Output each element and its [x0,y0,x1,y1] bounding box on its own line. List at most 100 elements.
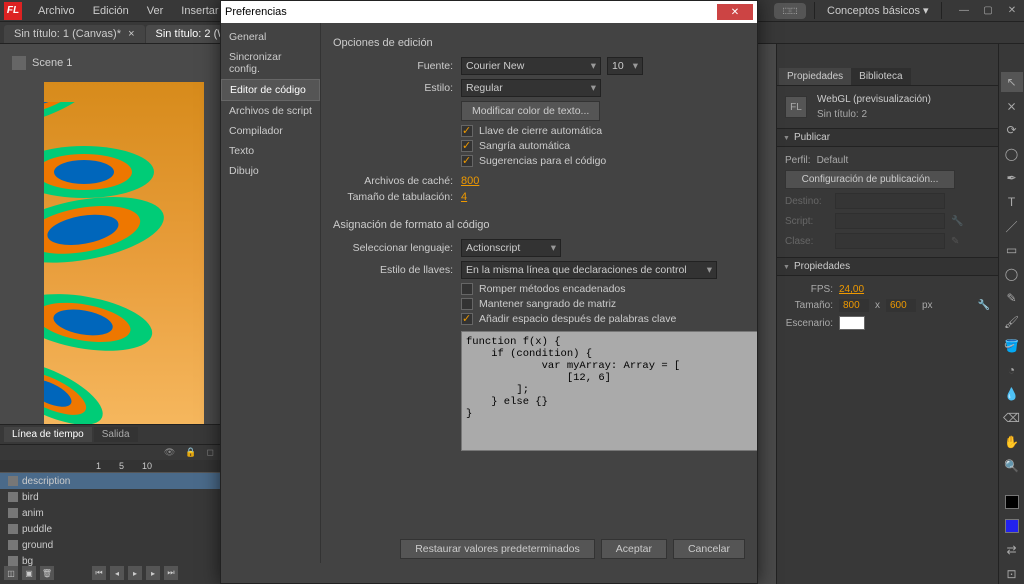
cat-compiler[interactable]: Compilador [221,121,320,141]
cancel-button[interactable]: Cancelar [673,539,745,559]
stage-color-swatch[interactable] [839,316,865,330]
menu-insert[interactable]: Insertar [173,3,226,19]
tabsize-input[interactable]: 4 [461,191,467,203]
brush-tool-icon[interactable]: 🖌 [1001,312,1023,332]
scene-label[interactable]: Scene 1 [32,57,72,69]
stage[interactable] [44,82,204,432]
eyedropper-tool-icon[interactable]: 💧 [1001,384,1023,404]
cat-drawing[interactable]: Dibujo [221,161,320,181]
language-combo[interactable]: Actionscript [461,239,561,257]
eye-icon[interactable]: 👁 [164,447,175,458]
lasso-tool-icon[interactable]: ◯ [1001,144,1023,164]
delete-layer-icon[interactable]: 🗑 [40,566,54,580]
snap-icon[interactable]: ⊡ [1001,564,1023,584]
zoom-tool-icon[interactable]: 🔍 [1001,456,1023,476]
properties-sidebar: Propiedades Biblioteca FL WebGL (previsu… [776,44,998,584]
oval-tool-icon[interactable]: ◯ [1001,264,1023,284]
tab-output[interactable]: Salida [94,427,138,442]
menu-edit[interactable]: Edición [85,3,137,19]
script-combo [835,213,945,229]
tab-library[interactable]: Biblioteca [851,68,910,85]
ok-button[interactable]: Aceptar [601,539,667,559]
rewind-icon[interactable]: ⏮ [92,566,106,580]
line-tool-icon[interactable]: ／ [1001,216,1023,236]
font-combo[interactable]: Courier New [461,57,601,75]
brace-style-combo[interactable]: En la misma línea que declaraciones de c… [461,261,717,279]
height-input[interactable]: 600 [886,299,916,312]
new-layer-icon[interactable]: ◫ [4,566,18,580]
selection-tool-icon[interactable]: ↖ [1001,72,1023,92]
cat-text[interactable]: Texto [221,141,320,161]
outline-icon[interactable]: ◻ [207,447,214,458]
pen-tool-icon[interactable]: ✒ [1001,168,1023,188]
new-folder-icon[interactable]: ▣ [22,566,36,580]
text-color-button[interactable]: Modificar color de texto... [461,101,600,121]
maximize-icon[interactable]: ▢ [976,2,1000,20]
prefs-category-list: General Sincronizar config. Editor de có… [221,23,321,563]
doc-name: Sin título: 2 [817,109,931,120]
section-properties[interactable]: Propiedades [777,257,998,276]
ink-tool-icon[interactable]: ◔ [1001,360,1023,380]
publish-settings-button[interactable]: Configuración de publicación... [785,170,955,189]
cache-input[interactable]: 800 [461,175,479,187]
text-tool-icon[interactable]: T [1001,192,1023,212]
layer-anim[interactable]: anim [0,505,220,521]
subselection-tool-icon[interactable]: ⨯ [1001,96,1023,116]
tab-timeline[interactable]: Línea de tiempo [4,427,92,442]
stepback-icon[interactable]: ◂ [110,566,124,580]
close-icon[interactable]: ✕ [1000,2,1024,20]
font-size-combo[interactable]: 10 [607,57,643,75]
cat-script-files[interactable]: Archivos de script [221,101,320,121]
chk-space-keyword[interactable] [461,313,473,325]
restore-defaults-button[interactable]: Restaurar valores predeterminados [400,539,595,559]
hand-tool-icon[interactable]: ✋ [1001,432,1023,452]
style-combo[interactable]: Regular [461,79,601,97]
dialog-title: Preferencias [225,6,287,18]
eraser-tool-icon[interactable]: ⌫ [1001,408,1023,428]
cat-code-editor[interactable]: Editor de código [221,79,320,101]
tab-properties[interactable]: Propiedades [779,68,851,85]
workspace-switcher[interactable]: Conceptos básicos ▾ [814,2,942,19]
minimize-icon[interactable]: — [952,2,976,20]
rect-tool-icon[interactable]: ▭ [1001,240,1023,260]
class-input [835,233,945,249]
chk-autoindent[interactable] [461,140,473,152]
fps-value[interactable]: 24,00 [839,284,864,295]
transform-tool-icon[interactable]: ⟳ [1001,120,1023,140]
width-input[interactable]: 800 [839,299,869,312]
layer-ground[interactable]: ground [0,537,220,553]
chk-matrix-indent[interactable] [461,298,473,310]
layer-bird[interactable]: bird [0,489,220,505]
dialog-close-button[interactable]: ✕ [717,4,753,20]
tool-column: ↖ ⨯ ⟳ ◯ ✒ T ／ ▭ ◯ ✎ 🖌 🪣 ◔ 💧 ⌫ ✋ 🔍 ⇄ ⊡ [998,44,1024,584]
stepfwd-icon[interactable]: ▸ [146,566,160,580]
end-icon[interactable]: ⏭ [164,566,178,580]
fill-color-icon[interactable] [1001,516,1023,536]
wrench-icon[interactable]: 🔧 [978,300,990,311]
chk-break-chained[interactable] [461,283,473,295]
frame-ruler[interactable]: 1 5 10 [0,460,220,473]
prefs-content: Opciones de edición Fuente: Courier New … [321,23,757,563]
menu-file[interactable]: Archivo [30,3,83,19]
clapper-icon[interactable] [12,56,26,70]
play-icon[interactable]: ▸ [128,566,142,580]
doc-tab-1[interactable]: Sin título: 1 (Canvas)* × [4,25,145,43]
doc-type: WebGL (previsualización) [817,94,931,105]
stroke-color-icon[interactable] [1001,492,1023,512]
cat-sync[interactable]: Sincronizar config. [221,47,320,79]
essentials-icon[interactable]: ⬚⬚ [774,3,806,19]
cat-general[interactable]: General [221,27,320,47]
bucket-tool-icon[interactable]: 🪣 [1001,336,1023,356]
wrench-icon: 🔧 [951,216,963,227]
swap-colors-icon[interactable]: ⇄ [1001,540,1023,560]
dialog-titlebar[interactable]: Preferencias ✕ [221,1,757,23]
section-publish[interactable]: Publicar [777,128,998,147]
layer-puddle[interactable]: puddle [0,521,220,537]
lock-icon[interactable]: 🔒 [185,447,196,458]
pencil-tool-icon[interactable]: ✎ [1001,288,1023,308]
tab-close-icon[interactable]: × [128,28,134,40]
menu-view[interactable]: Ver [139,3,172,19]
chk-hints[interactable] [461,155,473,167]
chk-autoclose[interactable] [461,125,473,137]
layer-description[interactable]: description [0,473,220,489]
